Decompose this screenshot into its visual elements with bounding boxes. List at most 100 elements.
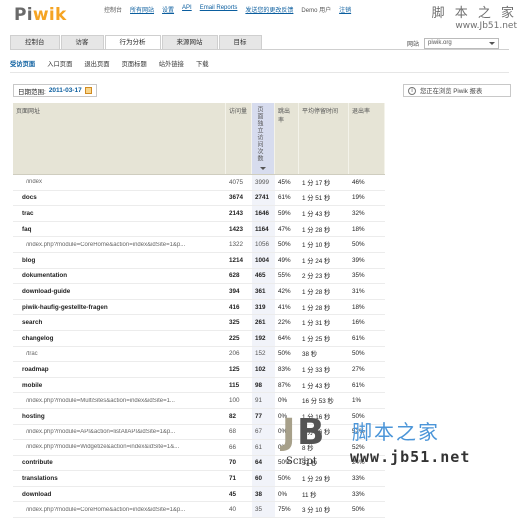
column-header-time[interactable]: 平均停留时间 bbox=[299, 103, 349, 174]
date-selector[interactable]: 日期范围: 2011-03-17 bbox=[13, 84, 97, 97]
table-row[interactable]: /index.php?module=CoreHome&action=index&… bbox=[13, 237, 385, 253]
subnav-exit-pages[interactable]: 退出页面 bbox=[84, 59, 109, 68]
tab-visitors[interactable]: 访客 bbox=[60, 35, 104, 49]
subnav-entry-pages[interactable]: 入口页面 bbox=[47, 59, 72, 68]
table-row[interactable]: docs 3674 2741 61% 1 分 51 秒 19% bbox=[13, 190, 385, 207]
cell-time: 1 分 28 秒 bbox=[302, 304, 331, 312]
cell-bounce: 45% bbox=[278, 178, 291, 186]
cell-bounce: 49% bbox=[278, 256, 291, 264]
cell-url[interactable]: /index.php?module=API&action=listAllAPI&… bbox=[13, 429, 226, 435]
table-row[interactable]: trac 2143 1646 59% 1 分 43 秒 32% bbox=[13, 206, 385, 222]
tab-goals[interactable]: 目标 bbox=[218, 35, 262, 49]
column-header-url[interactable]: 页面网址 bbox=[13, 103, 226, 174]
table-row[interactable]: /trac 206 152 50% 38 秒 50% bbox=[13, 346, 385, 363]
date-value[interactable]: 2011-03-17 bbox=[49, 87, 82, 94]
cell-hits: 225 bbox=[229, 334, 240, 342]
cell-url[interactable]: faq bbox=[13, 226, 226, 233]
cell-hits: 206 bbox=[229, 350, 240, 358]
cell-url[interactable]: /index.php?module=CoreHome&action=index&… bbox=[13, 242, 226, 248]
cell-unique: 64 bbox=[252, 455, 275, 471]
nav-api-link[interactable]: API bbox=[182, 5, 192, 14]
cell-exit: 18% bbox=[352, 225, 365, 233]
cell-url[interactable]: /index bbox=[13, 179, 226, 185]
watermark-bottom: J B Script 脚本之家 www.jb51.net bbox=[280, 410, 515, 480]
cell-hits: 1214 bbox=[229, 256, 244, 264]
table-row[interactable]: /index.php?module=CoreHome&action=index&… bbox=[13, 502, 385, 519]
column-header-bounce[interactable]: 跳出率 bbox=[275, 103, 299, 174]
cell-url[interactable]: docs bbox=[13, 194, 226, 201]
tab-referrers[interactable]: 来源网站 bbox=[161, 35, 218, 49]
nav-dashboard-link[interactable]: 控制台 bbox=[104, 5, 122, 14]
site-selector: 网站 piwik.org bbox=[407, 38, 500, 49]
watermark-top-name: 脚 本 之 家 bbox=[431, 6, 517, 21]
table-row[interactable]: changelog 225 192 64% 1 分 25 秒 61% bbox=[13, 330, 385, 347]
cell-url[interactable]: blog bbox=[13, 257, 226, 264]
subnav-pages[interactable]: 受访页面 bbox=[10, 59, 35, 68]
nav-email-reports-link[interactable]: Email Reports bbox=[200, 5, 238, 14]
piwik-logo[interactable]: Piwik bbox=[14, 5, 67, 25]
table-row[interactable]: mobile 115 98 87% 1 分 43 秒 61% bbox=[13, 377, 385, 394]
cell-url[interactable]: /index.php?module=CoreHome&action=index&… bbox=[13, 507, 226, 513]
cell-unique: 465 bbox=[252, 268, 275, 284]
cell-time: 1 分 28 秒 bbox=[302, 288, 331, 296]
cell-time: 38 秒 bbox=[302, 351, 318, 359]
cell-time: 1 分 28 秒 bbox=[302, 226, 331, 234]
cell-url[interactable]: hosting bbox=[13, 413, 226, 420]
nav-all-sites-link[interactable]: 所有网站 bbox=[130, 5, 154, 14]
cell-unique: 361 bbox=[252, 284, 275, 299]
jb-logo: J B Script bbox=[282, 412, 324, 470]
table-row[interactable]: /index 4075 3999 45% 1 分 17 秒 46% bbox=[13, 175, 385, 191]
nav-logout-link[interactable]: 注销 bbox=[339, 5, 351, 14]
table-row[interactable]: search 325 261 22% 1 分 31 秒 16% bbox=[13, 315, 385, 331]
nav-settings-link[interactable]: 设置 bbox=[162, 5, 174, 14]
cell-url[interactable]: changelog bbox=[13, 335, 226, 342]
cell-url[interactable]: download bbox=[13, 491, 226, 498]
top-navigation: 控制台 所有网站 设置 API Email Reports 发送您的更改反馈 D… bbox=[104, 5, 351, 14]
cell-bounce: 42% bbox=[278, 287, 291, 295]
cell-url[interactable]: search bbox=[13, 319, 226, 326]
cell-url[interactable]: /trac bbox=[13, 351, 226, 357]
table-row[interactable]: /index.php?module=MultiSites&action=inde… bbox=[13, 393, 385, 409]
jb-logo-j: J bbox=[282, 412, 296, 453]
column-header-unique[interactable]: 页面独立访问次数 bbox=[252, 103, 275, 174]
cell-url[interactable]: contribute bbox=[13, 459, 226, 466]
cell-exit: 39% bbox=[352, 256, 365, 264]
table-row[interactable]: download-guide 394 361 42% 1 分 28 秒 31% bbox=[13, 284, 385, 300]
cell-url[interactable]: trac bbox=[13, 210, 226, 217]
tab-dashboard[interactable]: 控制台 bbox=[10, 35, 60, 49]
cell-url[interactable]: translations bbox=[13, 475, 226, 482]
column-header-exit[interactable]: 退出率 bbox=[349, 103, 385, 174]
tab-actions[interactable]: 行为分析 bbox=[104, 35, 161, 50]
table-row[interactable]: faq 1423 1164 47% 1 分 28 秒 18% bbox=[13, 221, 385, 238]
calendar-icon[interactable] bbox=[84, 87, 92, 94]
table-row[interactable]: blog 1214 1004 49% 1 分 24 秒 39% bbox=[13, 252, 385, 269]
report-info-box[interactable]: i 您正在浏览 Piwik 报表 bbox=[403, 84, 511, 97]
cell-exit: 50% bbox=[352, 506, 365, 514]
cell-exit: 50% bbox=[352, 241, 365, 249]
cell-url[interactable]: roadmap bbox=[13, 366, 226, 373]
subnav-page-titles[interactable]: 页面标题 bbox=[122, 59, 147, 68]
cell-time: 11 秒 bbox=[302, 491, 317, 499]
cell-url[interactable]: download-guide bbox=[13, 288, 226, 295]
cell-bounce: 41% bbox=[278, 303, 291, 311]
cell-url[interactable]: dokumentation bbox=[13, 272, 226, 279]
cell-url[interactable]: mobile bbox=[13, 382, 226, 389]
cell-unique: 35 bbox=[252, 502, 275, 518]
table-row[interactable]: dokumentation 628 465 55% 2 分 23 秒 35% bbox=[13, 268, 385, 285]
cell-url[interactable]: piwik-haufig-gestellte-fragen bbox=[13, 304, 226, 311]
cell-hits: 71 bbox=[229, 475, 237, 483]
cell-url[interactable]: /index.php?module=Widgetize&action=index… bbox=[13, 444, 226, 450]
table-row[interactable]: download 45 38 0% 11 秒 33% bbox=[13, 486, 385, 503]
table-row[interactable]: piwik-haufig-gestellte-fragen 416 319 41% 1 … bbox=[13, 299, 385, 316]
site-select-dropdown[interactable]: piwik.org bbox=[424, 38, 500, 49]
cell-url[interactable]: /index.php?module=MultiSites&action=inde… bbox=[13, 398, 226, 404]
subnav-outlinks[interactable]: 站外链接 bbox=[159, 59, 184, 68]
column-header-hits[interactable]: 访问量 bbox=[226, 103, 252, 174]
subnav-downloads[interactable]: 下载 bbox=[196, 59, 209, 68]
cell-hits: 45 bbox=[229, 490, 237, 498]
cell-bounce: 61% bbox=[278, 194, 291, 202]
table-row[interactable]: roadmap 125 102 83% 1 分 33 秒 27% bbox=[13, 362, 385, 378]
cell-time: 1 分 31 秒 bbox=[302, 320, 331, 328]
nav-feedback-link[interactable]: 发送您的更改反馈 bbox=[245, 5, 293, 14]
cell-exit: 46% bbox=[352, 178, 365, 186]
